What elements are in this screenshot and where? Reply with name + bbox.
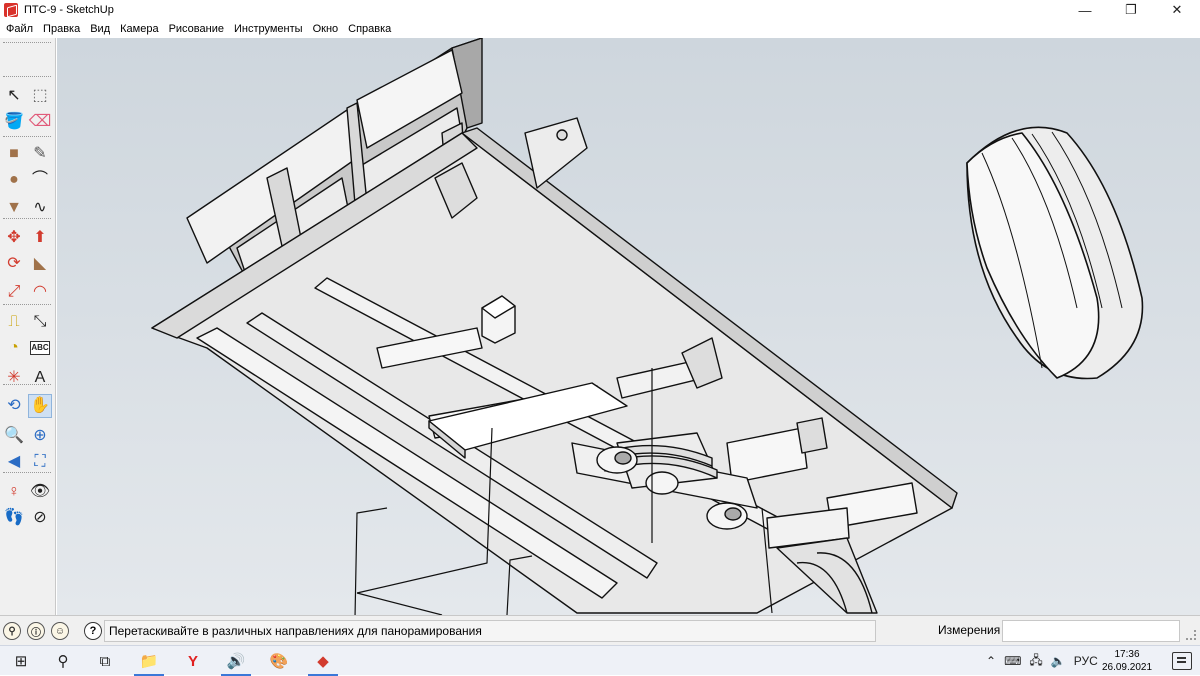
menu-camera[interactable]: Камера [120, 23, 158, 35]
large-tool-set-toolbar: ↖ ⬚ 🪣 ⌫ ■ ✎ ● ⌒ ▼ ∿ ✥ ⬆ ⟳ ◣ ⤢ ◠ ⎍ ⤡ ◔ ABC ✳ A ⟲ ✋ 🔍 ⊕ ◀ ⛶ ♀ 👁 👣 ⊘ [0, 38, 56, 615]
rectangle-icon[interactable]: ■ [2, 142, 26, 166]
menu-help[interactable]: Справка [348, 23, 391, 35]
zoom-icon[interactable]: 🔍 [2, 424, 26, 448]
status-bar: ⚲ ⓘ ☺ ? Перетаскивайте в различных напра… [0, 615, 1200, 645]
pan-icon[interactable]: ✋ [28, 394, 52, 418]
maximize-button[interactable]: ❐ [1108, 0, 1154, 20]
keyboard-icon[interactable]: ⌨ [1004, 654, 1021, 668]
3d-text-icon[interactable]: A [28, 366, 52, 390]
measurements-input[interactable] [1002, 620, 1180, 642]
menu-edit[interactable]: Правка [43, 23, 80, 35]
close-button[interactable]: ✕ [1154, 0, 1200, 20]
move-icon[interactable]: ✥ [2, 226, 26, 250]
toolbar-separator [3, 304, 51, 308]
user-account-icon[interactable]: ☺ [51, 622, 69, 640]
system-tray: ⌃ ⌨ 🖧 🔈 РУС [982, 646, 1102, 676]
network-icon[interactable]: 🖧 [1029, 651, 1042, 672]
follow-me-icon[interactable]: ◣ [28, 252, 52, 276]
volume-icon[interactable]: 🔈 [1051, 654, 1066, 668]
window-title: ПТС-9 - SketchUp [24, 4, 114, 16]
resize-grip[interactable] [1186, 630, 1196, 640]
title-bar: ПТС-9 - SketchUp — ❐ ✕ [0, 0, 1200, 20]
zoom-window-icon[interactable]: ⊕ [28, 424, 52, 448]
axes-icon[interactable]: ✳ [2, 366, 26, 390]
offset-icon[interactable]: ◠ [28, 280, 52, 304]
toolbar-separator [3, 136, 51, 140]
chevron-up-icon[interactable]: ⌃ [986, 654, 996, 668]
protractor-icon[interactable]: ◔ [2, 336, 26, 360]
geo-location-icon[interactable]: ⚲ [3, 622, 21, 640]
walk-icon[interactable]: 👣 [2, 506, 26, 530]
sketchup-logo-icon [4, 3, 18, 17]
yandex-browser-icon[interactable]: Y [172, 646, 214, 676]
help-icon[interactable]: ? [84, 622, 102, 640]
toolbar-grip[interactable] [3, 42, 51, 46]
volume-app-icon[interactable]: 🔊 [215, 646, 257, 676]
search-icon[interactable]: ⚲ [42, 646, 84, 676]
paint-bucket-icon[interactable]: 🪣 [2, 110, 26, 134]
model-viewport[interactable] [57, 38, 1200, 615]
file-explorer-icon[interactable]: 📁 [128, 646, 170, 676]
clock-time: 17:36 [1114, 649, 1140, 660]
look-around-icon[interactable]: 👁 [28, 480, 52, 504]
eraser-icon[interactable]: ⌫ [28, 110, 52, 134]
task-view-icon[interactable]: ⧉ [84, 646, 126, 676]
arc-icon[interactable]: ⌒ [28, 168, 52, 192]
text-icon[interactable]: ABC [30, 341, 50, 355]
window-controls: — ❐ ✕ [1062, 0, 1200, 20]
push-pull-icon[interactable]: ⬆ [28, 226, 52, 250]
notifications-icon[interactable] [1172, 652, 1192, 670]
model-canvas[interactable] [57, 38, 1200, 615]
sketchup-taskbar-icon[interactable]: ◆ [302, 646, 344, 676]
minimize-button[interactable]: — [1062, 0, 1108, 20]
dimension-icon[interactable]: ⤡ [28, 310, 52, 334]
clock-date: 26.09.2021 [1101, 662, 1153, 673]
start-icon[interactable]: ⊞ [0, 646, 42, 676]
credits-icon[interactable]: ⓘ [27, 622, 45, 640]
freehand-icon[interactable]: ∿ [28, 196, 52, 220]
rotate-icon[interactable]: ⟳ [2, 252, 26, 276]
sketchup-window: ПТС-9 - SketchUp — ❐ ✕ Файл Правка Вид К… [0, 0, 1200, 676]
menu-draw[interactable]: Рисование [169, 23, 224, 35]
previous-view-icon[interactable]: ◀ [2, 450, 26, 474]
zoom-extents-icon[interactable]: ⛶ [28, 450, 52, 474]
menu-file[interactable]: Файл [6, 23, 33, 35]
section-plane-icon[interactable]: ⊘ [28, 506, 52, 530]
clock[interactable]: 17:36 26.09.2021 [1097, 648, 1157, 674]
paint-app-icon[interactable]: 🎨 [258, 646, 300, 676]
menu-tools[interactable]: Инструменты [234, 23, 303, 35]
tape-measure-icon[interactable]: ⎍ [2, 310, 26, 334]
position-camera-icon[interactable]: ♀ [2, 480, 26, 504]
select-icon[interactable]: ↖ [2, 84, 26, 108]
orbit-icon[interactable]: ⟲ [2, 394, 26, 418]
status-message: Перетаскивайте в различных направлениях … [104, 620, 876, 642]
menu-window[interactable]: Окно [313, 23, 339, 35]
toolbar-separator [3, 76, 51, 80]
line-pencil-icon[interactable]: ✎ [28, 142, 52, 166]
windows-taskbar: ⌃ ⌨ 🖧 🔈 РУС 17:36 26.09.2021 ⊞ ⚲ ⧉ 📁 Y 🔊 🎨 ◆ [0, 645, 1200, 676]
menu-view[interactable]: Вид [90, 23, 110, 35]
polygon-icon[interactable]: ▼ [2, 196, 26, 220]
measurements-label: Измерения [938, 623, 1001, 637]
language-indicator[interactable]: РУС [1074, 654, 1098, 668]
scale-icon[interactable]: ⤢ [2, 280, 26, 304]
circle-icon[interactable]: ● [2, 168, 26, 192]
menu-bar: Файл Правка Вид Камера Рисование Инструм… [0, 20, 1200, 38]
make-component-icon[interactable]: ⬚ [28, 84, 52, 108]
